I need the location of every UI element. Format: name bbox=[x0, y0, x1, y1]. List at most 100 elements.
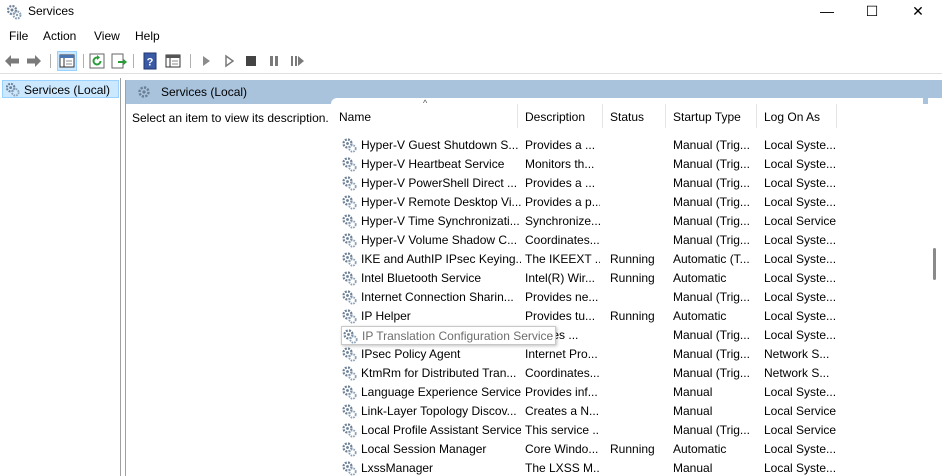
table-row[interactable]: IPsec Policy Agent Internet Pro... Manual … bbox=[331, 345, 923, 364]
table-row[interactable]: Hyper-V Heartbeat Service Monitors th... M… bbox=[331, 155, 923, 174]
service-startup-type: Manual (Trig... bbox=[673, 214, 750, 228]
forward-icon[interactable] bbox=[25, 52, 43, 70]
refresh-icon[interactable] bbox=[88, 52, 106, 70]
service-log-on-as: Local Syste... bbox=[764, 157, 837, 171]
service-log-on-as: Local Syste... bbox=[764, 195, 837, 209]
gear-icon bbox=[341, 365, 357, 381]
menu-help[interactable]: Help bbox=[135, 29, 160, 43]
stop-service-icon[interactable] bbox=[242, 52, 260, 70]
service-startup-type: Manual (Trig... bbox=[673, 423, 750, 437]
table-row[interactable]: Language Experience Service Provides inf.… bbox=[331, 383, 923, 402]
service-name: IP Helper bbox=[361, 309, 411, 323]
back-icon[interactable] bbox=[3, 52, 21, 70]
table-row[interactable]: Hyper-V Remote Desktop Vi... Provides a p… bbox=[331, 193, 923, 212]
gear-icon bbox=[341, 346, 357, 362]
service-log-on-as: Local Syste... bbox=[764, 442, 837, 456]
table-row[interactable]: IKE and AuthIP IPsec Keying... The IKEEXT… bbox=[331, 250, 923, 269]
service-description: Provides a ... bbox=[525, 138, 596, 152]
service-name: Language Experience Service bbox=[361, 385, 521, 399]
column-header-name[interactable]: ^ Name bbox=[331, 98, 517, 136]
table-row[interactable]: Hyper-V PowerShell Direct ... Provides a … bbox=[331, 174, 923, 193]
service-startup-type: Manual bbox=[673, 461, 713, 475]
console-tree: Services (Local) bbox=[0, 78, 121, 476]
properties-icon[interactable] bbox=[164, 52, 182, 70]
toolbar-separator bbox=[133, 54, 134, 68]
service-name: Hyper-V PowerShell Direct ... bbox=[361, 176, 518, 190]
table-row[interactable]: Internet Connection Sharin... Provides ne… bbox=[331, 288, 923, 307]
restart-service-icon[interactable] bbox=[288, 52, 306, 70]
service-log-on-as: Local Syste... bbox=[764, 138, 837, 152]
table-row[interactable]: KtmRm for Distributed Tran... Coordinates… bbox=[331, 364, 923, 383]
table-row[interactable]: IP Helper Provides tu... Running Automatic L… bbox=[331, 307, 923, 326]
gear-icon bbox=[341, 213, 357, 229]
gear-icon bbox=[341, 175, 357, 191]
service-description: Creates a N... bbox=[525, 404, 600, 418]
service-log-on-as: Local Syste... bbox=[764, 461, 837, 475]
toolbar-separator bbox=[50, 54, 51, 68]
gear-icon bbox=[341, 194, 357, 210]
pause-service-icon[interactable] bbox=[265, 52, 283, 70]
tree-item-services-local[interactable]: Services (Local) bbox=[2, 80, 119, 98]
maximize-button[interactable]: ☐ bbox=[849, 0, 895, 24]
service-startup-type: Manual (Trig... bbox=[673, 176, 750, 190]
service-description: Coordinates... bbox=[525, 233, 600, 247]
table-row[interactable]: Hyper-V Time Synchronizati... Synchronize… bbox=[331, 212, 923, 231]
service-startup-type: Manual (Trig... bbox=[673, 290, 750, 304]
table-row[interactable]: Hyper-V Guest Shutdown S... Provides a ..… bbox=[331, 136, 923, 155]
column-header-description[interactable]: Description bbox=[517, 98, 602, 136]
service-startup-type: Manual (Trig... bbox=[673, 347, 750, 361]
table-row[interactable]: Link-Layer Topology Discov... Creates a N… bbox=[331, 402, 923, 421]
toolbar: ? bbox=[0, 48, 942, 74]
column-divider[interactable] bbox=[836, 104, 837, 128]
service-startup-type: Manual (Trig... bbox=[673, 157, 750, 171]
column-header-log-on-as[interactable]: Log On As bbox=[756, 98, 836, 136]
start-service-icon[interactable] bbox=[197, 52, 215, 70]
service-startup-type: Manual (Trig... bbox=[673, 138, 750, 152]
service-startup-type: Automatic bbox=[673, 271, 727, 285]
service-description: Provides tu... bbox=[525, 309, 596, 323]
service-description: Provides inf... bbox=[525, 385, 598, 399]
minimize-button[interactable]: — bbox=[804, 0, 850, 24]
service-description: Provides a p... bbox=[525, 195, 600, 209]
service-description: This service ... bbox=[525, 423, 600, 437]
start-service-alt-icon[interactable] bbox=[220, 52, 238, 70]
table-row[interactable]: IP Translation Configuration Service...g… bbox=[331, 326, 923, 345]
service-description: Monitors th... bbox=[525, 157, 595, 171]
table-row[interactable]: Local Session Manager Core Windo... Runnin… bbox=[331, 440, 923, 459]
export-list-icon[interactable] bbox=[110, 52, 128, 70]
service-description: Coordinates... bbox=[525, 366, 600, 380]
help-icon[interactable]: ? bbox=[141, 52, 159, 70]
scrollbar-thumb[interactable] bbox=[933, 248, 936, 280]
menu-view[interactable]: View bbox=[94, 29, 120, 43]
service-name: IPsec Policy Agent bbox=[361, 347, 461, 361]
services-list: ^ Name Description Status Startup Type L… bbox=[331, 98, 923, 476]
service-startup-type: Automatic bbox=[673, 309, 727, 323]
toolbar-separator bbox=[190, 54, 191, 68]
name-tooltip: IP Translation Configuration Service bbox=[341, 326, 556, 345]
service-log-on-as: Network S... bbox=[764, 366, 830, 380]
close-button[interactable]: ✕ bbox=[895, 0, 941, 24]
services-app-icon bbox=[6, 4, 22, 20]
service-log-on-as: Local Syste... bbox=[764, 309, 837, 323]
vertical-scrollbar[interactable] bbox=[928, 98, 942, 476]
menu-file[interactable]: File bbox=[9, 29, 28, 43]
service-name: Local Profile Assistant Service bbox=[361, 423, 521, 437]
column-header-status[interactable]: Status bbox=[602, 98, 665, 136]
service-name: Intel Bluetooth Service bbox=[361, 271, 482, 285]
table-row[interactable]: Local Profile Assistant Service This serv… bbox=[331, 421, 923, 440]
service-name: Internet Connection Sharin... bbox=[361, 290, 514, 304]
show-hide-console-tree-icon[interactable] bbox=[57, 51, 77, 71]
service-log-on-as: Local Syste... bbox=[764, 385, 837, 399]
table-row[interactable]: Hyper-V Volume Shadow C... Coordinates...… bbox=[331, 231, 923, 250]
menu-action[interactable]: Action bbox=[43, 29, 76, 43]
table-row[interactable]: LxssManager The LXSS M... Manual Local Syst… bbox=[331, 459, 923, 476]
service-description: Provides a ... bbox=[525, 176, 596, 190]
service-log-on-as: Local Syste... bbox=[764, 290, 837, 304]
service-name: Hyper-V Remote Desktop Vi... bbox=[361, 195, 521, 209]
column-header-startup-type[interactable]: Startup Type bbox=[665, 98, 756, 136]
service-startup-type: Manual bbox=[673, 404, 713, 418]
svg-text:?: ? bbox=[147, 57, 154, 69]
service-name: Hyper-V Guest Shutdown S... bbox=[361, 138, 519, 152]
sort-ascending-icon: ^ bbox=[423, 98, 428, 108]
table-row[interactable]: Intel Bluetooth Service Intel(R) Wir... Ru… bbox=[331, 269, 923, 288]
